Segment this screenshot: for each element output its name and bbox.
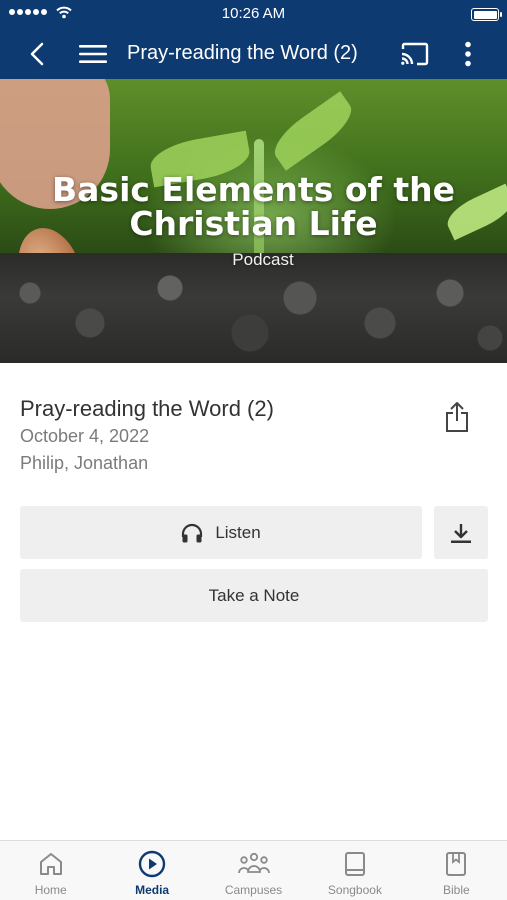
more-options-button[interactable] — [455, 28, 481, 79]
listen-button[interactable]: Listen — [20, 506, 422, 559]
play-circle-icon — [138, 850, 166, 878]
listen-label: Listen — [215, 522, 261, 542]
chevron-left-icon — [30, 42, 44, 65]
item-title: Pray-reading the Word (2) — [20, 396, 274, 421]
share-button[interactable] — [440, 398, 474, 436]
tab-campuses[interactable]: Campuses — [203, 841, 304, 900]
hero-title: Basic Elements of the Christian Life — [52, 170, 455, 243]
hamburger-menu-icon — [79, 44, 107, 63]
tab-media[interactable]: Media — [101, 841, 202, 900]
tab-home[interactable]: Home — [0, 841, 101, 900]
hero-banner-image: Basic Elements of the Christian Life Pod… — [0, 79, 507, 363]
bookmark-book-icon — [445, 850, 467, 878]
share-icon — [446, 402, 468, 432]
people-icon — [237, 850, 270, 878]
tab-bible[interactable]: Bible — [406, 841, 507, 900]
back-button[interactable] — [22, 28, 52, 79]
hero-subtitle: Podcast — [232, 250, 294, 269]
take-a-note-label: Take a Note — [208, 585, 300, 605]
cast-button[interactable] — [398, 28, 432, 79]
battery-icon — [471, 8, 502, 21]
headphones-icon — [181, 523, 203, 543]
item-speakers: Philip, Jonathan — [20, 453, 149, 473]
book-icon — [344, 850, 366, 878]
more-vertical-icon — [465, 41, 471, 66]
bottom-tab-bar: Home Media Campuses Songbook Bible — [0, 840, 507, 900]
menu-button[interactable] — [76, 28, 110, 79]
cast-icon — [401, 42, 429, 65]
media-item-info: Pray-reading the Word (2) October 4, 202… — [20, 395, 440, 477]
status-bar: 10:26 AM — [0, 0, 507, 28]
page-title: Pray-reading the Word (2) — [127, 42, 358, 64]
item-date: October 4, 2022 — [20, 426, 150, 446]
status-time: 10:26 AM — [221, 5, 286, 22]
download-icon — [451, 523, 471, 543]
navigation-bar: Pray-reading the Word (2) — [0, 28, 507, 79]
tab-songbook[interactable]: Songbook — [304, 841, 405, 900]
home-icon — [38, 850, 64, 878]
download-button[interactable] — [434, 506, 488, 559]
take-a-note-button[interactable]: Take a Note — [20, 569, 488, 622]
